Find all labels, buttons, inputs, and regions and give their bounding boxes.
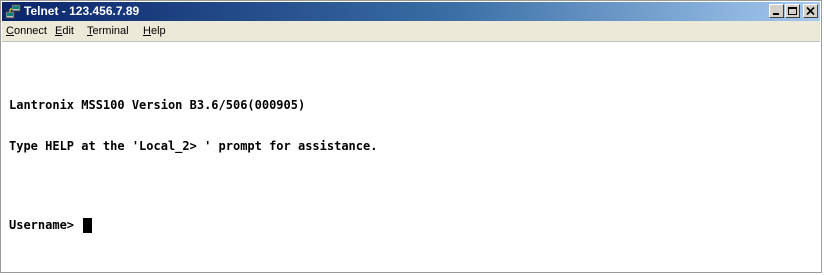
terminal-banner-line: Lantronix MSS100 Version B3.6/506(000905…	[9, 98, 306, 112]
menu-terminal[interactable]: Terminal	[87, 24, 129, 38]
menu-help[interactable]: Help	[143, 24, 166, 38]
username-prompt: Username>	[9, 218, 82, 232]
menu-edit[interactable]: Edit	[55, 24, 74, 38]
text-cursor	[83, 218, 93, 233]
minimize-button[interactable]	[769, 4, 784, 18]
menu-bar: Connect Edit Terminal Help	[2, 21, 820, 42]
terminal-screen[interactable]: Lantronix MSS100 Version B3.6/506(000905…	[2, 42, 820, 272]
minimize-icon	[773, 13, 779, 15]
maximize-icon	[788, 7, 797, 15]
menu-terminal-label: erminal	[92, 25, 129, 37]
window-title: Telnet - 123.456.7.89	[24, 4, 140, 18]
menu-edit-label: dit	[62, 25, 74, 37]
menu-help-label: elp	[150, 25, 166, 37]
title-bar[interactable]: Telnet - 123.456.7.89	[2, 2, 820, 21]
telnet-window: Telnet - 123.456.7.89 Connect Edit Termi…	[0, 0, 822, 273]
close-icon	[806, 6, 815, 16]
menu-connect-label: onnect	[13, 25, 47, 37]
telnet-app-icon[interactable]	[5, 4, 21, 19]
terminal-help-line: Type HELP at the 'Local_2> ' prompt for …	[9, 139, 378, 153]
close-button[interactable]	[803, 4, 818, 18]
username-prompt-line[interactable]: Username>	[9, 218, 93, 233]
menu-connect-accel: C	[6, 25, 14, 37]
maximize-button[interactable]	[785, 4, 800, 18]
menu-connect[interactable]: Connect	[6, 24, 47, 38]
menu-help-accel: H	[143, 25, 151, 37]
